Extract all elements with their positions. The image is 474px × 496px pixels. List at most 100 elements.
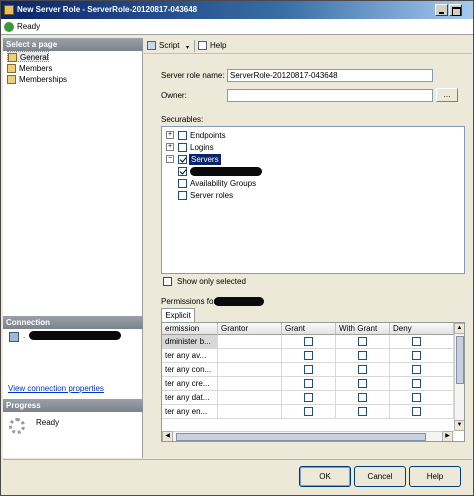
securables-tree: + Endpoints + Logins − Servers Availabil…	[161, 126, 465, 274]
column-header-deny[interactable]: Deny	[390, 323, 454, 335]
grant-checkbox[interactable]	[304, 393, 313, 402]
deny-checkbox[interactable]	[412, 337, 421, 346]
page-item-members[interactable]: Members	[7, 63, 67, 74]
grant-checkbox[interactable]	[304, 407, 313, 416]
divider	[3, 459, 472, 460]
grantor-cell[interactable]	[218, 349, 282, 363]
deny-checkbox[interactable]	[412, 393, 421, 402]
ok-button[interactable]: OK	[299, 466, 351, 487]
help-icon	[198, 41, 207, 50]
progress-status: Ready	[36, 418, 60, 427]
with-grant-checkbox[interactable]	[358, 407, 367, 416]
permission-cell[interactable]: ter any con...	[162, 363, 218, 377]
owner-browse-button[interactable]: ...	[436, 88, 458, 102]
permissions-for-label: Permissions for	[161, 297, 217, 306]
with-grant-checkbox[interactable]	[358, 393, 367, 402]
server-instance-checkbox[interactable]	[178, 167, 187, 176]
grant-cell	[282, 349, 336, 363]
with-grant-cell	[336, 335, 390, 349]
deny-checkbox[interactable]	[412, 407, 421, 416]
grant-checkbox[interactable]	[304, 351, 313, 360]
permission-cell[interactable]: dminister b...	[162, 335, 218, 349]
page-item-memberships[interactable]: Memberships	[7, 74, 77, 85]
role-name-input[interactable]: ServerRole-20120817-043648	[227, 69, 433, 82]
column-header-with-grant[interactable]: With Grant	[336, 323, 390, 335]
grantor-cell[interactable]	[218, 391, 282, 405]
scroll-up-icon[interactable]: ▲	[454, 323, 464, 334]
grant-checkbox[interactable]	[304, 379, 313, 388]
script-label: Script	[159, 41, 180, 50]
redacted-server-name	[190, 167, 262, 176]
maximize-button[interactable]	[449, 4, 462, 16]
help-button[interactable]: Help	[409, 466, 461, 487]
tree-node-label: Availability Groups	[190, 179, 257, 188]
ready-icon	[4, 22, 14, 32]
page-label: Memberships	[19, 75, 68, 84]
scroll-thumb[interactable]	[456, 336, 464, 384]
column-header-grant[interactable]: Grant	[282, 323, 336, 335]
cancel-button[interactable]: Cancel	[354, 466, 406, 487]
grantor-cell[interactable]	[218, 363, 282, 377]
column-header-grantor[interactable]: Grantor	[218, 323, 282, 335]
scroll-down-icon[interactable]: ▼	[454, 420, 464, 431]
with-grant-checkbox[interactable]	[358, 365, 367, 374]
collapse-icon[interactable]: −	[166, 155, 174, 163]
toolbar-separator	[194, 40, 195, 52]
servers-checkbox[interactable]	[178, 155, 187, 164]
tree-node-logins[interactable]: + Logins	[166, 142, 286, 153]
view-connection-properties-link[interactable]: View connection properties	[8, 383, 104, 395]
tree-node-label: Servers	[189, 154, 221, 165]
toolbar: Script ▾ Help	[144, 38, 472, 54]
permissions-tabs: Explicit	[161, 308, 465, 322]
grant-checkbox[interactable]	[304, 337, 313, 346]
progress-spinner-icon	[9, 418, 25, 434]
new-server-role-dialog: New Server Role - ServerRole-20120817-04…	[0, 0, 474, 496]
server-roles-checkbox[interactable]	[178, 191, 187, 200]
permission-cell[interactable]: ter any cre...	[162, 377, 218, 391]
tree-node-availability-groups[interactable]: Availability Groups	[178, 178, 298, 189]
with-grant-cell	[336, 405, 390, 419]
column-header-permission[interactable]: ermission	[162, 323, 218, 335]
with-grant-checkbox[interactable]	[358, 337, 367, 346]
logins-checkbox[interactable]	[178, 143, 187, 152]
expand-icon[interactable]: +	[166, 131, 174, 139]
tree-node-endpoints[interactable]: + Endpoints	[166, 130, 286, 141]
page-item-general[interactable]: General	[7, 51, 49, 62]
script-dropdown-icon[interactable]: ▾	[186, 44, 189, 51]
script-button[interactable]: Script	[147, 40, 179, 52]
app-icon	[4, 5, 14, 15]
page-label: General	[20, 53, 49, 62]
with-grant-checkbox[interactable]	[358, 379, 367, 388]
scroll-right-icon[interactable]: ▶	[442, 431, 453, 441]
availability-groups-checkbox[interactable]	[178, 179, 187, 188]
help-toolbar-button[interactable]: Help	[198, 40, 226, 52]
status-line: Ready	[1, 19, 473, 35]
grant-cell	[282, 335, 336, 349]
deny-checkbox[interactable]	[412, 351, 421, 360]
tree-node-server-roles[interactable]: Server roles	[178, 190, 298, 201]
owner-input[interactable]	[227, 89, 433, 102]
grantor-cell[interactable]	[218, 405, 282, 419]
expand-icon[interactable]: +	[166, 143, 174, 151]
tree-node-servers[interactable]: − Servers	[166, 154, 286, 165]
endpoints-checkbox[interactable]	[178, 131, 187, 140]
grantor-cell[interactable]	[218, 377, 282, 391]
permission-cell[interactable]: ter any av...	[162, 349, 218, 363]
permission-cell[interactable]: ter any dat...	[162, 391, 218, 405]
grid-vertical-scrollbar[interactable]: ▲ ▼	[454, 323, 464, 431]
tab-explicit[interactable]: Explicit	[161, 308, 195, 322]
grid-horizontal-scrollbar[interactable]: ◀ ▶	[162, 431, 454, 441]
deny-checkbox[interactable]	[412, 379, 421, 388]
help-label: Help	[210, 41, 227, 50]
deny-checkbox[interactable]	[412, 365, 421, 374]
tree-node-server-instance[interactable]	[178, 166, 288, 177]
server-icon	[9, 332, 19, 342]
grant-checkbox[interactable]	[304, 365, 313, 374]
with-grant-checkbox[interactable]	[358, 351, 367, 360]
show-only-selected-checkbox[interactable]	[163, 277, 172, 286]
scroll-left-icon[interactable]: ◀	[162, 431, 173, 441]
minimize-button[interactable]	[435, 4, 448, 16]
permission-cell[interactable]: ter any en...	[162, 405, 218, 419]
grantor-cell[interactable]	[218, 335, 282, 349]
scroll-thumb[interactable]	[176, 433, 426, 441]
